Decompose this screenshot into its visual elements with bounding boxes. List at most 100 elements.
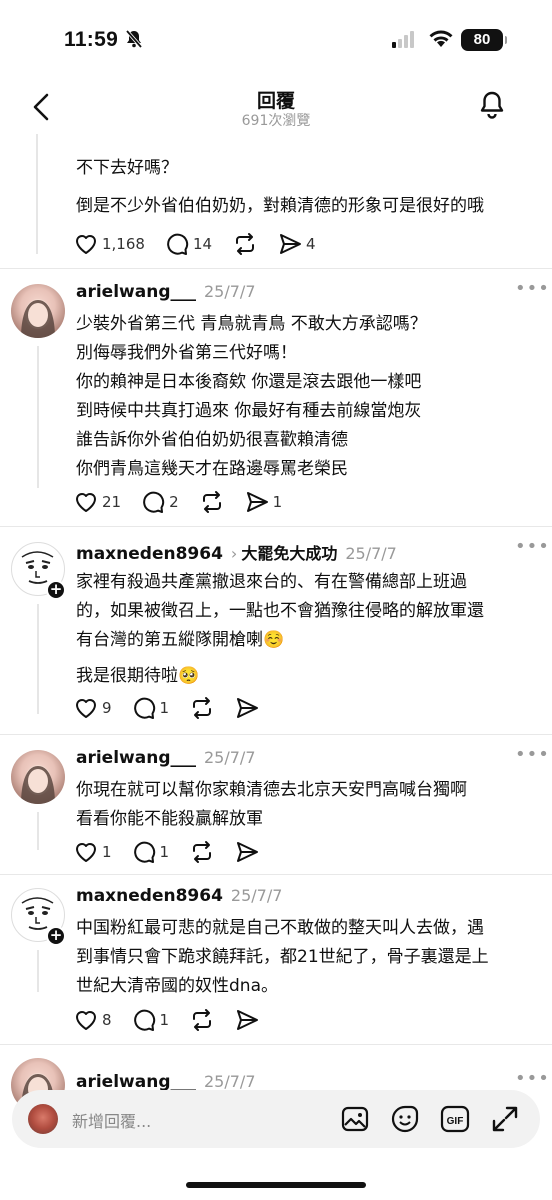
bell-icon[interactable] [478, 90, 506, 124]
post-actions: 8 1 [74, 1008, 279, 1032]
more-icon[interactable]: ••• [515, 536, 550, 557]
share-button[interactable]: 4 [278, 233, 316, 255]
more-icon[interactable]: ••• [515, 278, 550, 299]
username[interactable]: maxneden8964 › 大罷免大成功 25/7/7 [76, 540, 397, 564]
home-indicator [186, 1182, 366, 1188]
post-date: 25/7/7 [204, 748, 256, 767]
share-icon [237, 1010, 259, 1030]
repost-button[interactable] [189, 696, 215, 720]
header: 回覆 691次瀏覽 [0, 80, 552, 134]
image-icon[interactable] [340, 1104, 370, 1138]
username[interactable]: arielwang___ 25/7/7 [76, 282, 256, 302]
thread-line [36, 134, 38, 254]
post-actions: 21 2 1 [74, 490, 302, 514]
reply-input[interactable]: 新增回覆... [72, 1108, 151, 1132]
share-icon [237, 698, 259, 718]
comment-button[interactable]: 2 [141, 490, 179, 514]
divider [0, 1044, 552, 1045]
divider [0, 734, 552, 735]
avatar[interactable] [11, 284, 65, 338]
like-count: 21 [102, 493, 122, 511]
share-button[interactable] [235, 1009, 259, 1031]
comment-count: 1 [159, 699, 170, 717]
repost-button[interactable] [189, 840, 215, 864]
username[interactable]: arielwang___ 25/7/7 [76, 748, 256, 768]
thread-line [37, 812, 39, 850]
share-button[interactable] [235, 841, 259, 863]
post-actions: 1 1 [74, 840, 279, 864]
battery-indicator: 80 [461, 29, 507, 51]
gif-icon[interactable]: GIF [440, 1104, 470, 1138]
divider [0, 874, 552, 875]
heart-icon [76, 235, 96, 254]
status-bar: 11:59 80 [0, 0, 552, 80]
post-text-line: 有台灣的第五縱隊開槍喇☺️ [76, 630, 285, 650]
page-title: 回覆 [256, 90, 295, 112]
post-text-line: 看看你能不能殺贏解放軍 [76, 809, 263, 829]
comment-icon [133, 841, 155, 863]
expand-icon[interactable] [490, 1104, 520, 1138]
post-date: 25/7/7 [204, 282, 256, 301]
post-text-line: 到時候中共真打過來 你最好有種去前線當炮灰 [76, 401, 422, 421]
heart-icon [76, 493, 96, 512]
thread-content[interactable]: 不下去好嗎？ 倒是不少外省伯伯奶奶，對賴清德的形象可是很好的哦 1,168 14… [0, 134, 552, 1200]
repost-icon [236, 233, 255, 255]
comment-button[interactable]: 1 [132, 696, 170, 720]
thread-line [37, 604, 39, 714]
post-text-line: 家裡有殺過共產黨撤退來台的、有在警備總部上班過 [76, 572, 467, 592]
repost-button[interactable] [232, 232, 258, 256]
like-button[interactable]: 1,168 [74, 233, 145, 255]
repost-icon [193, 841, 212, 863]
thread-line [37, 950, 39, 992]
follow-plus-icon[interactable]: + [46, 580, 66, 600]
avatar[interactable] [11, 750, 65, 804]
repost-icon [202, 491, 221, 513]
username[interactable]: arielwang___ 25/7/7 [76, 1072, 256, 1092]
like-button[interactable]: 21 [74, 491, 121, 513]
sticker-icon[interactable] [390, 1104, 420, 1138]
reply-composer[interactable]: 新增回覆... GIF [12, 1090, 540, 1148]
like-count: 1 [102, 843, 112, 861]
comment-count: 1 [159, 1011, 170, 1029]
like-count: 8 [102, 1011, 112, 1029]
post-text-line: 你現在就可以幫你家賴清德去北京天安門高喊台獨啊 [76, 780, 467, 800]
share-button[interactable]: 1 [245, 491, 282, 513]
post-actions: 1,168 14 4 [74, 232, 336, 256]
comment-button[interactable]: 14 [165, 232, 212, 256]
more-icon[interactable]: ••• [515, 1068, 550, 1089]
repost-icon [193, 1009, 212, 1031]
repost-button[interactable] [189, 1008, 215, 1032]
comment-count: 1 [159, 843, 170, 861]
post-date: 25/7/7 [345, 544, 397, 563]
like-button[interactable]: 9 [74, 697, 112, 719]
username[interactable]: maxneden8964 25/7/7 [76, 886, 282, 906]
reply-to[interactable]: › 大罷免大成功 [231, 544, 337, 563]
post-text-line: 到事情只會下跪求饒拜託，都21世紀了，骨子裏還是上 [76, 947, 489, 967]
post-text-line: 你們青鳥這幾天才在路邊辱罵老榮民 [76, 459, 348, 479]
divider [0, 526, 552, 527]
repost-button[interactable] [199, 490, 225, 514]
comment-button[interactable]: 1 [132, 840, 170, 864]
divider [0, 268, 552, 269]
post-text-line: 我是很期待啦🥺 [76, 666, 200, 686]
post-text-line: 誰告訴你外省伯伯奶奶很喜歡賴清德 [76, 430, 348, 450]
comment-button[interactable]: 1 [132, 1008, 170, 1032]
like-count: 1,168 [102, 235, 145, 253]
share-icon [237, 842, 259, 862]
post-text-line: 中国粉紅最可悲的就是自己不敢做的整天叫人去做，遇 [76, 918, 484, 938]
wifi-icon [428, 28, 454, 52]
like-button[interactable]: 8 [74, 1009, 112, 1031]
status-time: 11:59 [64, 28, 119, 51]
like-button[interactable]: 1 [74, 841, 112, 863]
post-text-line: 別侮辱我們外省第三代好嗎！ [76, 343, 297, 363]
comment-icon [133, 697, 155, 719]
comment-icon [167, 233, 189, 255]
follow-plus-icon[interactable]: + [46, 926, 66, 946]
more-icon[interactable]: ••• [515, 744, 550, 765]
post-text-line: 世紀大清帝國的奴性dna。 [76, 976, 278, 996]
chevron-right-icon: › [230, 544, 238, 563]
post-actions: 9 1 [74, 696, 279, 720]
view-count: 691次瀏覽 [241, 113, 311, 129]
share-button[interactable] [235, 697, 259, 719]
comment-icon [133, 1009, 155, 1031]
